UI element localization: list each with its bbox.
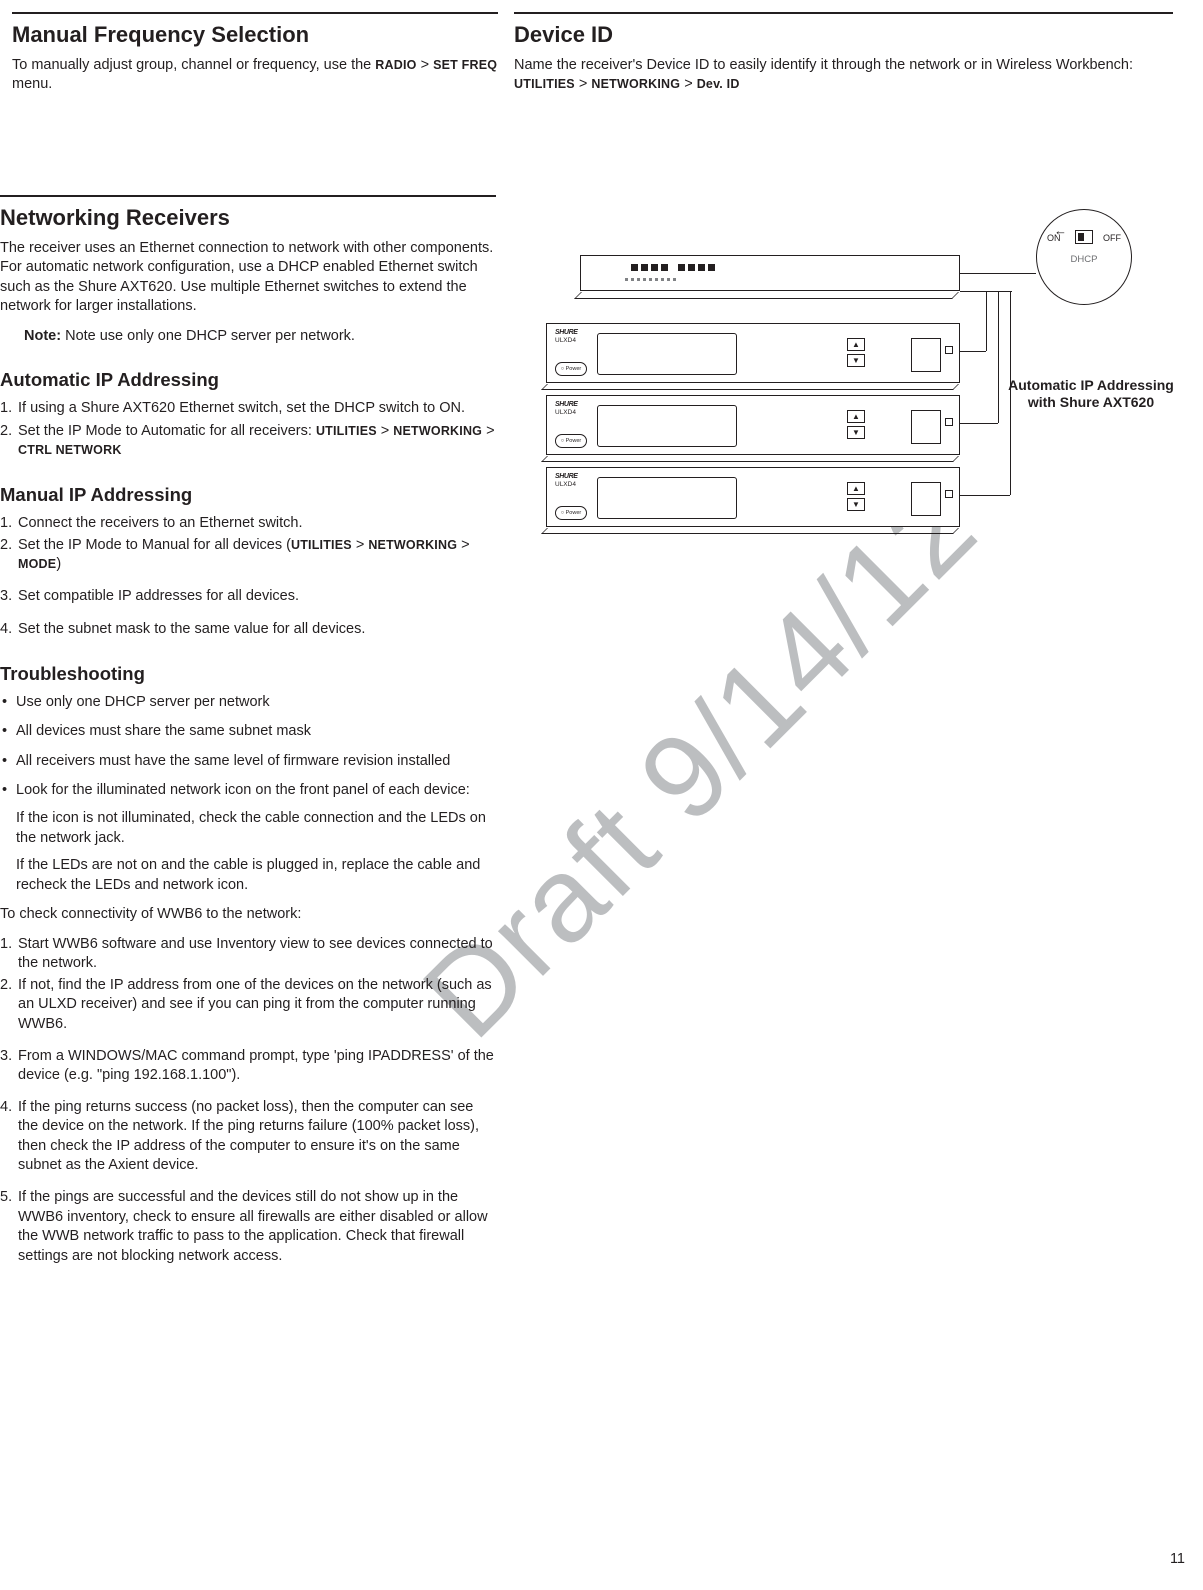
ordered-list: If using a Shure AXT620 Ethernet switch,… [0,399,496,461]
list-item: Use only one DHCP server per network [0,693,496,713]
subsection-heading: Automatic IP Addressing [0,368,496,393]
list-item: Set the subnet mask to the same value fo… [0,620,496,640]
subsection-heading: Manual IP Addressing [0,483,496,508]
label-off: OFF [1103,232,1121,244]
list-item: If not, find the IP address from one of … [0,976,496,1035]
page-number: 11 [1170,1550,1185,1570]
device-id-section: Device ID Name the receiver's Device ID … [498,12,1173,105]
body-text: If the icon is not illuminated, check th… [16,809,496,848]
body-text: Name the receiver's Device ID to easily … [514,56,1173,95]
networking-receivers-section: Networking Receivers The receiver uses a… [0,195,496,1278]
section-heading: Manual Frequency Selection [12,12,498,50]
receiver-unit-icon: SHUREULXD4 ○ Power ▲▼ [546,395,960,455]
list-item: Set compatible IP addresses for all devi… [0,587,496,607]
section-heading: Device ID [514,12,1173,50]
body-text: The receiver uses an Ethernet connection… [0,239,496,317]
bullet-list: Use only one DHCP server per network All… [0,693,496,896]
list-item: All devices must share the same subnet m… [0,722,496,742]
diagram-caption: Automatic IP Addressing with Shure AXT62… [1006,377,1176,412]
dhcp-switch-callout: ← ON OFF DHCP [1036,209,1132,305]
receiver-unit-icon: SHUREULXD4 ○ Power ▲▼ [546,467,960,527]
ethernet-switch-icon [580,255,960,291]
list-item: Set the IP Mode to Manual for all device… [0,536,496,575]
note-text: Note: Note use only one DHCP server per … [24,327,496,347]
list-item: If using a Shure AXT620 Ethernet switch,… [0,399,496,419]
list-item: From a WINDOWS/MAC command prompt, type … [0,1047,496,1086]
list-item: All receivers must have the same level o… [0,752,496,772]
manual-frequency-section: Manual Frequency Selection To manually a… [12,12,498,105]
body-text: To check connectivity of WWB6 to the net… [0,905,496,925]
list-item: Set the IP Mode to Automatic for all rec… [0,422,496,461]
ordered-list: Connect the receivers to an Ethernet swi… [0,514,496,640]
list-item: If the ping returns success (no packet l… [0,1098,496,1176]
list-item: Look for the illuminated network icon on… [0,781,496,895]
list-item: Start WWB6 software and use Inventory vi… [0,935,496,974]
body-text: To manually adjust group, channel or fre… [12,56,498,95]
subsection-heading: Troubleshooting [0,662,496,687]
ordered-list: Start WWB6 software and use Inventory vi… [0,935,496,1266]
list-item: If the pings are successful and the devi… [0,1188,496,1266]
receiver-unit-icon: SHUREULXD4 ○ Power ▲▼ [546,323,960,383]
label-dhcp: DHCP [1037,254,1131,267]
body-text: If the LEDs are not on and the cable is … [16,856,496,895]
list-item: Connect the receivers to an Ethernet swi… [0,514,496,534]
label-on: ON [1047,232,1061,244]
switch-icon [1075,230,1093,244]
section-heading: Networking Receivers [0,195,496,233]
